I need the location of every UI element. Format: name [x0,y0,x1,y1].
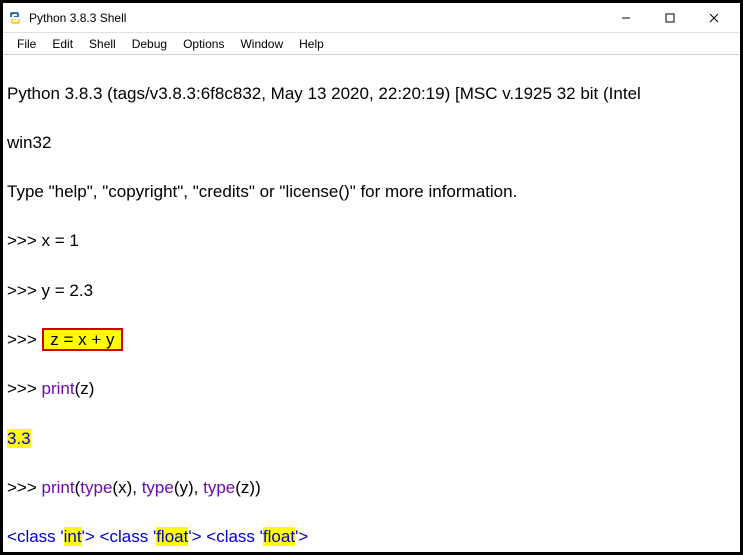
code: y = 2.3 [42,281,94,300]
angle-open: < [100,527,110,546]
class-word: class [17,527,56,546]
type-int: int [64,527,82,546]
python-icon [7,10,23,26]
window-controls [604,4,736,32]
code: (z)) [235,478,260,497]
output-line-2: <class 'int'> <class 'float'> <class 'fl… [7,525,736,550]
menu-shell[interactable]: Shell [81,37,124,51]
menu-options[interactable]: Options [175,37,232,51]
minimize-button[interactable] [604,4,648,32]
class-word: class [109,527,148,546]
type-float: float [156,527,188,546]
input-line-3: >>> z = x + y [7,328,736,353]
window-title: Python 3.8.3 Shell [29,11,604,25]
angle-close: > [192,527,202,546]
shell-content[interactable]: Python 3.8.3 (tags/v3.8.3:6f8c832, May 1… [3,55,740,552]
builtin-type: type [80,478,112,497]
output-highlight: 3.3 [7,429,31,448]
class-word: class [216,527,255,546]
code: (y), [174,478,203,497]
banner-line-1: Python 3.8.3 (tags/v3.8.3:6f8c832, May 1… [7,82,736,107]
titlebar: Python 3.8.3 Shell [3,3,740,33]
menubar: File Edit Shell Debug Options Window Hel… [3,33,740,55]
code: (z) [75,379,95,398]
input-line-2: >>> y = 2.3 [7,279,736,304]
app-window: Python 3.8.3 Shell File Edit Shell Debug… [0,0,743,555]
banner-line-3: Type "help", "copyright", "credits" or "… [7,180,736,205]
angle-open: < [206,527,216,546]
menu-debug[interactable]: Debug [124,37,175,51]
menu-window[interactable]: Window [232,37,291,51]
code: x = 1 [42,231,79,250]
builtin-type: type [142,478,174,497]
builtin-print: print [42,478,75,497]
code: (x), [112,478,141,497]
builtin-type: type [203,478,235,497]
banner-line-2: win32 [7,131,736,156]
prompt: >>> [7,281,42,300]
angle-open: < [7,527,17,546]
prompt: >>> [7,379,42,398]
menu-file[interactable]: File [9,37,44,51]
angle-close: > [298,527,308,546]
builtin-print: print [42,379,75,398]
prompt: >>> [7,231,42,250]
menu-help[interactable]: Help [291,37,332,51]
input-line-5: >>> print(type(x), type(y), type(z)) [7,476,736,501]
menu-edit[interactable]: Edit [44,37,81,51]
prompt: >>> [7,478,42,497]
close-button[interactable] [692,4,736,32]
input-line-1: >>> x = 1 [7,229,736,254]
maximize-button[interactable] [648,4,692,32]
type-float: float [263,527,295,546]
angle-close: > [85,527,95,546]
output-line-1: 3.3 [7,427,736,452]
prompt: >>> [7,330,42,349]
input-line-4: >>> print(z) [7,377,736,402]
boxed-highlight-1: z = x + y [42,328,124,351]
